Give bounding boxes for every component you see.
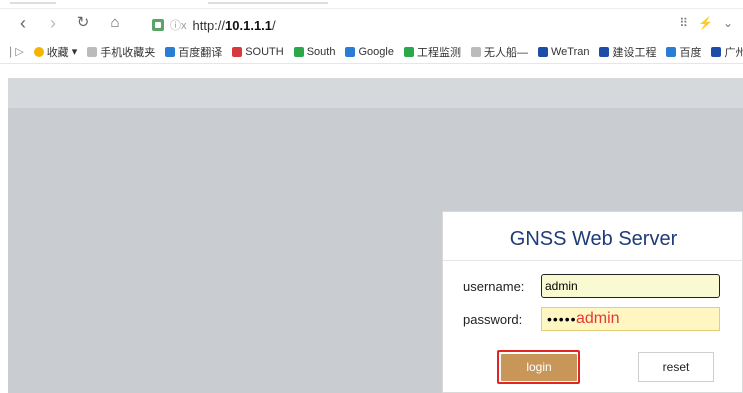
google-icon (345, 46, 356, 57)
bookmark-label: 工程监测 (416, 46, 461, 59)
page-header-bar (8, 78, 743, 108)
address-bar[interactable]: ⓘx http://10.1.1.1/ (152, 16, 276, 34)
bookmark-item[interactable]: South (293, 45, 336, 58)
star-icon (33, 46, 44, 57)
bookmark-item[interactable]: 手机收藏夹 (87, 44, 155, 60)
url-host: 10.1.1.1 (225, 17, 273, 33)
chevron-down-icon[interactable]: ⌄ (723, 16, 733, 30)
login-title: GNSS Web Server (443, 218, 743, 261)
phone-icon (87, 46, 98, 57)
sidebar-toggle-icon[interactable]: ❘▷ (6, 45, 24, 58)
bookmark-label: 百度 (679, 46, 702, 59)
bookmark-label: SOUTH (245, 45, 284, 58)
login-panel: GNSS Web Server username: admin password… (442, 211, 743, 393)
url-text: http://10.1.1.1/ (193, 18, 276, 33)
bookmark-label: 建设工程 (612, 46, 657, 59)
reset-button[interactable]: reset (638, 352, 714, 382)
page-icon (470, 46, 481, 57)
toolbar-right: ⠿ ⚡ ⌄ (679, 16, 733, 30)
login-button-label: login (501, 354, 577, 381)
bookmark-label: Google (358, 45, 394, 58)
guangzhou-icon (711, 46, 722, 57)
chevron-down-icon: ▾ (71, 46, 78, 58)
bookmark-item[interactable]: 建设工程 (599, 44, 656, 60)
bookmark-label: 收藏 (46, 46, 69, 59)
home-icon[interactable]: ⌂ (104, 12, 126, 34)
bookmark-item[interactable]: 广州南方 (711, 44, 743, 60)
back-icon[interactable]: ‹ (12, 12, 34, 34)
tab-indicator-2 (208, 2, 328, 4)
forward-icon[interactable]: › (42, 12, 64, 34)
url-prefix: http:// (192, 17, 226, 33)
bookmark-item[interactable]: 百度翻译 (165, 44, 222, 60)
bookmark-label: WeTran (550, 45, 590, 58)
bookmark-item[interactable]: 收藏 ▾ (33, 44, 78, 60)
bookmark-label: 无人船— (483, 46, 528, 59)
lightning-icon[interactable]: ⚡ (698, 16, 713, 30)
bookmark-label: 百度翻译 (178, 46, 223, 59)
reload-icon[interactable]: ↻ (72, 12, 94, 34)
south-logo-icon (232, 46, 243, 57)
bookmarks-bar: ❘▷ 收藏 ▾ 手机收藏夹 百度翻译 SOUTH South Google 工程监… (0, 40, 743, 64)
bookmark-item[interactable]: WeTran (537, 45, 590, 58)
bookmark-label: South (306, 45, 336, 58)
password-label: password: (463, 312, 523, 327)
insecure-indicator: ⓘx (170, 20, 187, 32)
browser-toolbar: ‹ › ↻ ⌂ ⓘx http://10.1.1.1/ ⠿ ⚡ ⌄ (0, 0, 743, 40)
grid-icon[interactable]: ⠿ (679, 16, 688, 30)
password-mask: ••••• (547, 311, 577, 327)
username-input[interactable]: admin (541, 274, 720, 298)
bookmark-label: 广州南方 (724, 46, 743, 59)
password-annotation: admin (576, 310, 620, 327)
bookmark-item[interactable]: SOUTH (232, 46, 284, 58)
login-button[interactable]: login (497, 350, 580, 384)
username-label: username: (463, 279, 525, 294)
bookmark-item[interactable]: Google (345, 45, 394, 58)
bookmark-item[interactable]: 无人船— (470, 44, 528, 60)
bookmark-label: 手机收藏夹 (100, 46, 156, 59)
tab-strip (0, 0, 743, 9)
bookmark-item[interactable]: 工程监测 (403, 44, 461, 60)
tab-indicator (10, 2, 56, 4)
baidu-icon (666, 46, 677, 57)
security-shield-icon (152, 19, 164, 31)
bookmark-item[interactable]: 百度 (666, 44, 701, 60)
monitor-icon (403, 46, 414, 57)
wetran-icon (537, 46, 548, 57)
translate-icon (165, 46, 176, 57)
south-globe-icon (293, 46, 304, 57)
construction-icon (599, 46, 610, 57)
url-suffix: / (272, 17, 276, 33)
